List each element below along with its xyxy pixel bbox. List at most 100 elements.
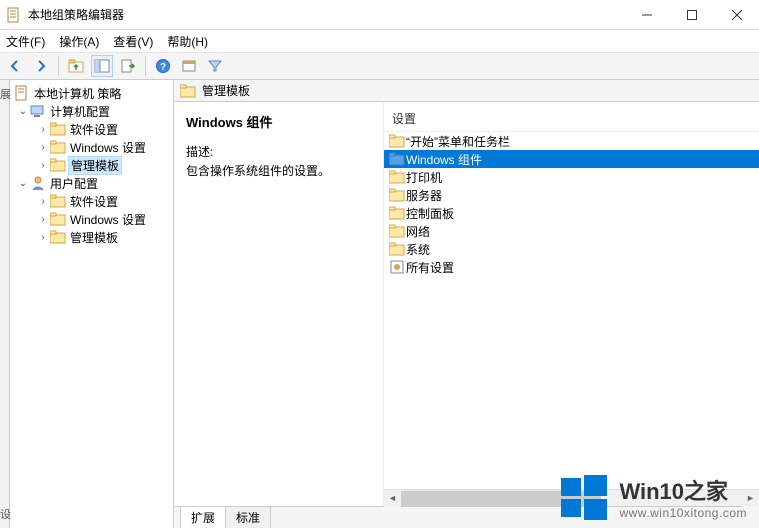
export-button[interactable] [117,55,139,77]
folder-icon [388,152,406,166]
list-item[interactable]: 打印机 [384,168,759,186]
menu-help[interactable]: 帮助(H) [167,33,208,50]
selection-heading: Windows 组件 [186,112,371,131]
tree-root[interactable]: 本地计算机 策略 [10,84,173,102]
tree-software-settings[interactable]: › 软件设置 [10,120,173,138]
path-bar: 管理模板 [174,80,759,102]
forward-button[interactable] [30,55,52,77]
help-button[interactable]: ? [152,55,174,77]
expand-icon[interactable]: › [36,214,50,225]
list-item-label: “开始”菜单和任务栏 [406,133,510,150]
minimize-button[interactable] [624,0,669,30]
titlebar: 本地组策略编辑器 [0,0,759,30]
folder-icon [388,242,406,256]
collapse-icon[interactable]: ⌄ [16,178,30,189]
description-label: 描述: [186,143,371,160]
properties-button[interactable] [178,55,200,77]
folder-icon [180,83,196,99]
tree-user-config[interactable]: ⌄ 用户配置 [10,174,173,192]
settings-icon [388,259,406,275]
right-pane: 管理模板 Windows 组件 描述: 包含操作系统组件的设置。 设置 “开始”… [174,80,759,528]
tree-admin-templates[interactable]: › 管理模板 [10,228,173,246]
filter-button[interactable] [204,55,226,77]
expand-icon[interactable]: › [36,232,50,243]
tree-label: 管理模板 [68,156,122,175]
expand-icon[interactable]: › [36,160,50,171]
menu-action[interactable]: 操作(A) [59,33,99,50]
close-button[interactable] [714,0,759,30]
expand-icon[interactable]: › [36,142,50,153]
tree-label: 管理模板 [68,229,120,246]
watermark-brand-en: Win10 [619,479,684,504]
up-button[interactable] [65,55,87,77]
folder-icon [388,170,406,184]
list-item[interactable]: 服务器 [384,186,759,204]
maximize-button[interactable] [669,0,714,30]
list-item[interactable]: 所有设置 [384,258,759,276]
strip-top: 展 [0,86,9,102]
list-item[interactable]: 控制面板 [384,204,759,222]
svg-text:?: ? [160,62,166,73]
list-item-label: 所有设置 [406,259,454,276]
tree-software-settings[interactable]: › 软件设置 [10,192,173,210]
left-strip: 展 设 [0,80,10,528]
tree-label: Windows 设置 [68,139,148,156]
watermark-url: www.win10xitong.com [619,506,747,520]
show-hide-tree-button[interactable] [91,55,113,77]
scroll-left-button[interactable]: ◄ [384,490,401,507]
window-title: 本地组策略编辑器 [28,6,624,23]
list-item-label: 系统 [406,241,430,258]
folder-icon [50,121,66,137]
tree-windows-settings[interactable]: › Windows 设置 [10,138,173,156]
app-icon [6,7,22,23]
menubar: 文件(F) 操作(A) 查看(V) 帮助(H) [0,30,759,52]
folder-icon [50,193,66,209]
list-pane: 设置 “开始”菜单和任务栏Windows 组件打印机服务器控制面板网络系统所有设… [384,102,759,506]
strip-bottom: 设 [0,506,9,522]
description-text: 包含操作系统组件的设置。 [186,162,371,179]
menu-file[interactable]: 文件(F) [6,33,45,50]
computer-icon [30,103,46,119]
tree-label: Windows 设置 [68,211,148,228]
list-item[interactable]: “开始”菜单和任务栏 [384,132,759,150]
tree-computer-config[interactable]: ⌄ 计算机配置 [10,102,173,120]
windows-logo-icon [559,472,609,522]
separator [145,56,146,76]
policy-icon [14,85,30,101]
tree-label: 软件设置 [68,193,120,210]
tree-label: 用户配置 [48,175,100,192]
list-item[interactable]: 网络 [384,222,759,240]
column-header-settings[interactable]: 设置 [384,108,759,132]
tree-windows-settings[interactable]: › Windows 设置 [10,210,173,228]
menu-view[interactable]: 查看(V) [113,33,153,50]
list-item-label: 打印机 [406,169,442,186]
tree-label: 软件设置 [68,121,120,138]
expand-icon[interactable]: › [36,124,50,135]
list-item-label: 网络 [406,223,430,240]
folder-icon [388,224,406,238]
tab-standard[interactable]: 标准 [225,506,271,528]
tab-extended[interactable]: 扩展 [180,506,226,528]
description-pane: Windows 组件 描述: 包含操作系统组件的设置。 [174,102,384,506]
folder-icon [388,134,406,148]
collapse-icon[interactable]: ⌄ [16,106,30,117]
tree-pane: 本地计算机 策略 ⌄ 计算机配置 › 软件设置 › Windows 设置 › 管… [10,80,174,528]
tree-label: 计算机配置 [48,103,112,120]
tree-admin-templates[interactable]: › 管理模板 [10,156,173,174]
list-item-label: 控制面板 [406,205,454,222]
watermark-brand-zh: 之家 [684,479,728,504]
folder-icon [388,206,406,220]
path-label: 管理模板 [202,82,250,99]
separator [58,56,59,76]
list-item[interactable]: 系统 [384,240,759,258]
user-icon [30,175,46,191]
back-button[interactable] [4,55,26,77]
toolbar: ? [0,52,759,80]
folder-icon [50,139,66,155]
watermark: Win10之家 www.win10xitong.com [559,472,747,522]
folder-icon [388,188,406,202]
folder-icon [50,157,66,173]
expand-icon[interactable]: › [36,196,50,207]
folder-icon [50,211,66,227]
list-item[interactable]: Windows 组件 [384,150,759,168]
